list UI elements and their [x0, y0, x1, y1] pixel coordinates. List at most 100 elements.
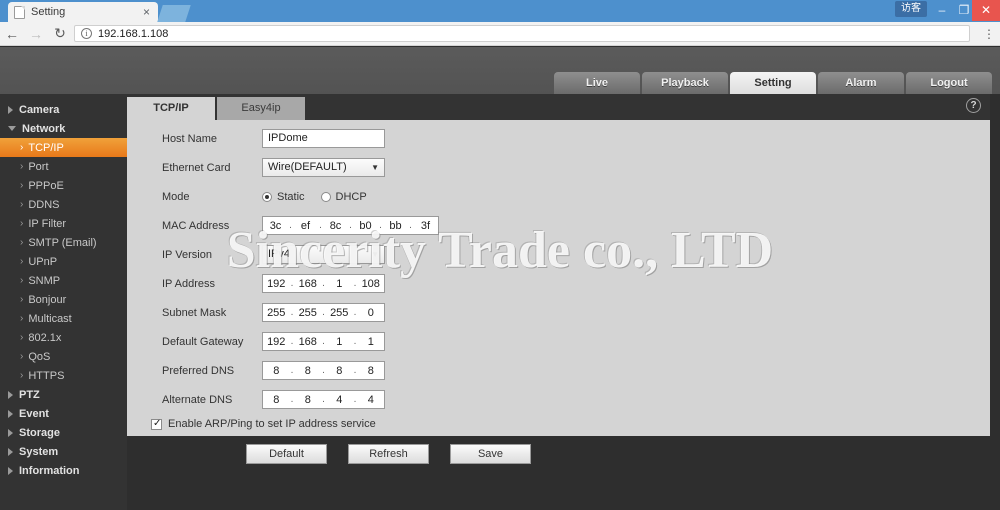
sidebar-item-label: PPPoE — [28, 179, 64, 192]
sidebar-item-label: HTTPS — [28, 369, 65, 382]
save-button[interactable]: Save — [450, 444, 531, 464]
window-minimize-button[interactable]: – — [930, 0, 954, 21]
chevron-right-icon: › — [20, 161, 24, 172]
close-tab-icon[interactable]: × — [141, 6, 152, 18]
nav-tab-setting[interactable]: Setting — [730, 72, 816, 94]
sidebar-item-bonjour[interactable]: › Bonjour — [0, 290, 127, 309]
sidebar-item-port[interactable]: › Port — [0, 157, 127, 176]
mode-radio-dhcp[interactable] — [320, 191, 331, 202]
sidebar-group-ptz[interactable]: PTZ — [0, 385, 127, 404]
pdns-octet-1[interactable]: 8 — [263, 365, 290, 377]
sidebar-group-label: Event — [19, 407, 49, 420]
ip-version-select[interactable]: IPv4 ▼ — [262, 245, 385, 264]
sidebar-item-multicast[interactable]: › Multicast — [0, 309, 127, 328]
tab-easy4ip[interactable]: Easy4ip — [217, 97, 305, 120]
address-bar[interactable]: i 192.168.1.108 — [74, 25, 970, 42]
subnet-octet-3[interactable]: 255 — [326, 307, 353, 319]
adns-octet-4[interactable]: 4 — [358, 394, 385, 406]
sidebar-group-network[interactable]: Network — [0, 119, 127, 138]
sidebar-group-camera[interactable]: Camera — [0, 100, 127, 119]
sidebar-item-ddns[interactable]: › DDNS — [0, 195, 127, 214]
window-close-button[interactable]: ✕ — [972, 0, 1000, 21]
tab-tcpip[interactable]: TCP/IP — [127, 97, 215, 120]
host-name-input[interactable]: IPDome — [262, 129, 385, 148]
ip-octet-4[interactable]: 108 — [358, 278, 385, 290]
adns-octet-3[interactable]: 4 — [326, 394, 353, 406]
arp-ping-checkbox[interactable] — [151, 418, 162, 430]
mac-octet-4[interactable]: b0 — [353, 220, 378, 232]
browser-menu-icon[interactable]: ⋮ — [978, 28, 1000, 40]
preferred-dns-input[interactable]: 8 . 8 . 8 . 8 — [262, 361, 385, 380]
ip-address-input[interactable]: 192 . 168 . 1 . 108 — [262, 274, 385, 293]
chevron-right-icon — [8, 105, 13, 114]
sidebar-item-tcpip[interactable]: › TCP/IP — [0, 138, 127, 157]
site-info-icon[interactable]: i — [81, 28, 92, 39]
nav-tab-alarm[interactable]: Alarm — [818, 72, 904, 94]
sidebar-group-storage[interactable]: Storage — [0, 423, 127, 442]
host-name-label: Host Name — [162, 132, 218, 145]
mac-octet-2[interactable]: ef — [293, 220, 318, 232]
mode-radio-static[interactable] — [262, 191, 272, 202]
sidebar-item-https[interactable]: › HTTPS — [0, 366, 127, 385]
guest-profile-badge[interactable]: 访客 — [895, 1, 927, 17]
browser-tab[interactable]: Setting × — [8, 2, 158, 22]
new-tab-button[interactable] — [157, 5, 191, 22]
subnet-octet-2[interactable]: 255 — [295, 307, 322, 319]
mac-octet-3[interactable]: 8c — [323, 220, 348, 232]
sidebar-group-label: Storage — [19, 426, 60, 439]
sidebar-group-system[interactable]: System — [0, 442, 127, 461]
sidebar-item-ip-filter[interactable]: › IP Filter — [0, 214, 127, 233]
pdns-octet-4[interactable]: 8 — [358, 365, 385, 377]
sidebar-group-event[interactable]: Event — [0, 404, 127, 423]
refresh-button[interactable]: Refresh — [348, 444, 429, 464]
default-gateway-input[interactable]: 192 . 168 . 1 . 1 — [262, 332, 385, 351]
back-icon[interactable]: ← — [0, 26, 24, 42]
ip-octet-2[interactable]: 168 — [295, 278, 322, 290]
mac-address-input[interactable]: 3c . ef . 8c . b0 . bb . 3f — [262, 216, 439, 235]
chevron-right-icon: › — [20, 256, 24, 267]
alternate-dns-input[interactable]: 8 . 8 . 4 . 4 — [262, 390, 385, 409]
form-actions: Default Refresh Save — [127, 444, 990, 464]
subnet-mask-label: Subnet Mask — [162, 306, 227, 319]
sidebar-item-pppoe[interactable]: › PPPoE — [0, 176, 127, 195]
ip-octet-3[interactable]: 1 — [326, 278, 353, 290]
forward-icon[interactable]: → — [24, 26, 48, 42]
form-row-ip-address: IP Address 192 . 168 . 1 . 108 — [127, 273, 990, 294]
chevron-right-icon: › — [20, 180, 24, 191]
nav-tab-playback[interactable]: Playback — [642, 72, 728, 94]
ethernet-card-select[interactable]: Wire(DEFAULT) ▼ — [262, 158, 385, 177]
chevron-right-icon: › — [20, 294, 24, 305]
gateway-octet-2[interactable]: 168 — [295, 336, 322, 348]
mac-octet-6[interactable]: 3f — [413, 220, 438, 232]
ip-octet-1[interactable]: 192 — [263, 278, 290, 290]
subnet-octet-4[interactable]: 0 — [358, 307, 385, 319]
gateway-octet-4[interactable]: 1 — [358, 336, 385, 348]
form-row-ethernet-card: Ethernet Card Wire(DEFAULT) ▼ — [127, 157, 990, 178]
pdns-octet-3[interactable]: 8 — [326, 365, 353, 377]
nav-tab-live[interactable]: Live — [554, 72, 640, 94]
mac-octet-5[interactable]: bb — [383, 220, 408, 232]
adns-octet-2[interactable]: 8 — [295, 394, 322, 406]
sidebar-item-snmp[interactable]: › SNMP — [0, 271, 127, 290]
sidebar-item-smtp-email[interactable]: › SMTP (Email) — [0, 233, 127, 252]
nav-tab-logout[interactable]: Logout — [906, 72, 992, 94]
sidebar-group-information[interactable]: Information — [0, 461, 127, 480]
sidebar-item-qos[interactable]: › QoS — [0, 347, 127, 366]
help-icon[interactable]: ? — [966, 98, 981, 113]
adns-octet-1[interactable]: 8 — [263, 394, 290, 406]
sidebar-item-8021x[interactable]: › 802.1x — [0, 328, 127, 347]
sidebar-item-label: UPnP — [28, 255, 58, 268]
page-favicon-icon — [14, 5, 25, 19]
chevron-right-icon: › — [20, 332, 24, 343]
reload-icon[interactable]: ↻ — [48, 25, 72, 42]
form-row-preferred-dns: Preferred DNS 8 . 8 . 8 . 8 — [127, 360, 990, 381]
gateway-octet-1[interactable]: 192 — [263, 336, 290, 348]
mac-octet-1[interactable]: 3c — [263, 220, 288, 232]
subnet-mask-input[interactable]: 255 . 255 . 255 . 0 — [262, 303, 385, 322]
subnet-octet-1[interactable]: 255 — [263, 307, 290, 319]
sidebar-item-upnp[interactable]: › UPnP — [0, 252, 127, 271]
gateway-octet-3[interactable]: 1 — [326, 336, 353, 348]
default-button[interactable]: Default — [246, 444, 327, 464]
chevron-right-icon — [8, 390, 13, 399]
pdns-octet-2[interactable]: 8 — [295, 365, 322, 377]
